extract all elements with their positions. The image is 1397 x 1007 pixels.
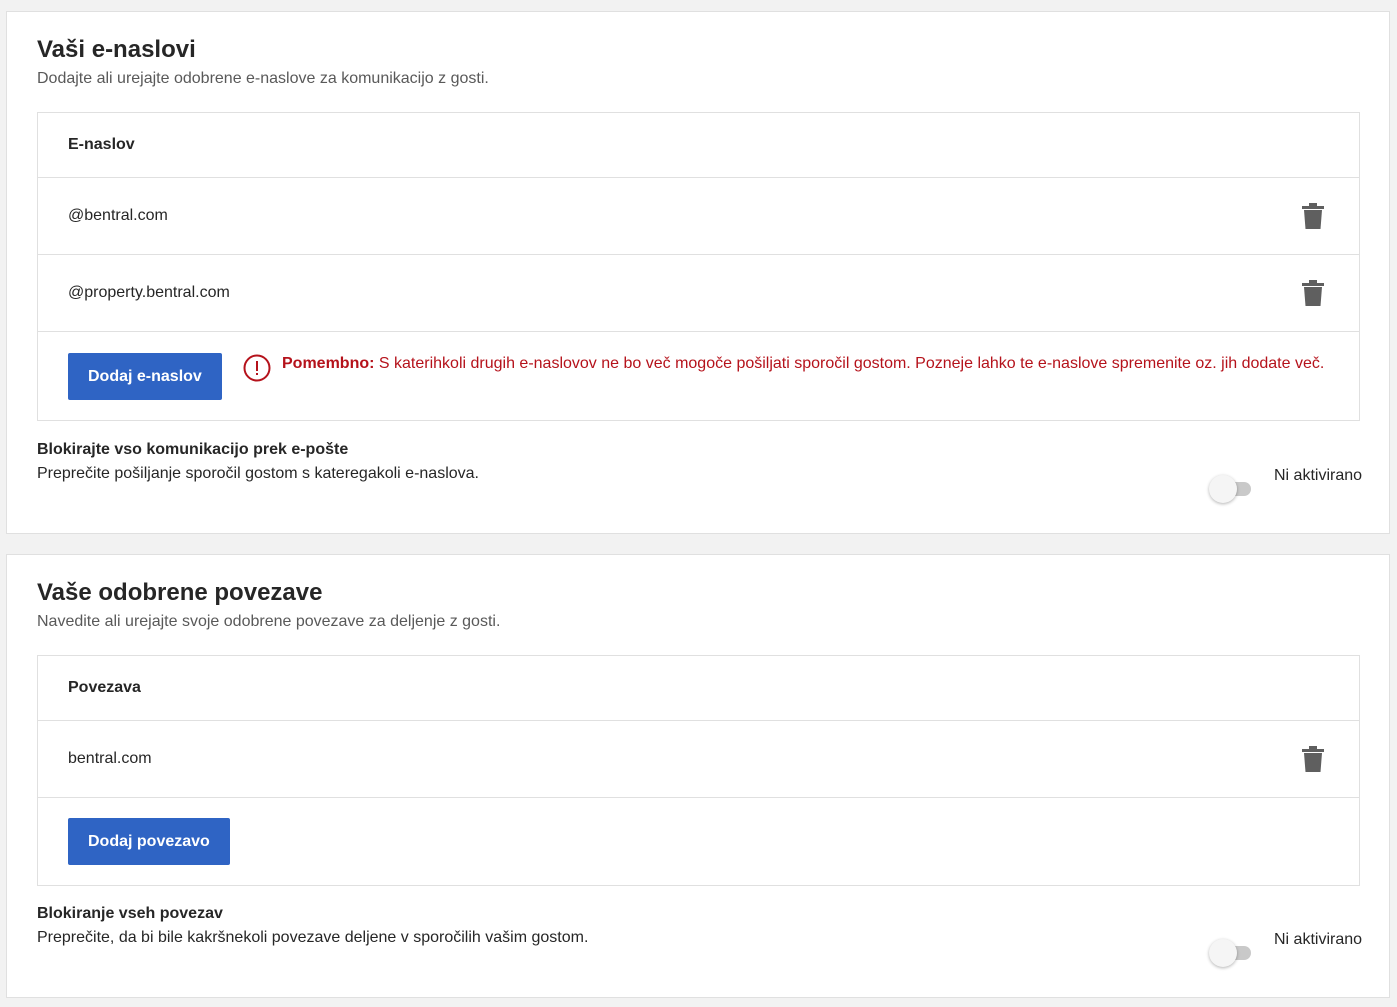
block-links-title: Blokiranje vseh povezav: [37, 905, 223, 922]
email-address: @property.bentral.com: [68, 284, 230, 301]
links-table-header: Povezava: [38, 656, 1359, 721]
toggle-knob: [1209, 475, 1237, 503]
trash-icon[interactable]: [1302, 280, 1324, 306]
block-email-description: Preprečite pošiljanje sporočil gostom s …: [37, 465, 479, 482]
email-table: E-naslov @bentral.com @property.bentral.…: [37, 112, 1360, 421]
trash-icon[interactable]: [1302, 203, 1324, 229]
block-email-title: Blokirajte vso komunikacijo prek e-pošte: [37, 441, 349, 458]
block-email-toggle[interactable]: [1209, 475, 1253, 503]
link-column-header: Povezava: [68, 679, 141, 696]
email-table-header: E-naslov: [38, 113, 1359, 178]
exclamation-circle-icon: [243, 354, 271, 382]
email-address: @bentral.com: [68, 207, 168, 224]
email-section: Vaši e-naslovi Dodajte ali urejajte odob…: [6, 11, 1390, 534]
links-section-subtitle: Navedite ali urejajte svoje odobrene pov…: [37, 613, 501, 630]
table-row: @property.bentral.com: [38, 255, 1359, 332]
block-links-toggle-label: Ni aktivirano: [1274, 931, 1363, 948]
links-section-title: Vaše odobrene povezave: [37, 579, 323, 606]
warning-text: S katerihkoli drugih e-naslovov ne bo ve…: [378, 355, 1325, 372]
table-row: @bentral.com: [38, 178, 1359, 255]
email-section-subtitle: Dodajte ali urejajte odobrene e-naslove …: [37, 70, 489, 87]
trash-icon[interactable]: [1302, 746, 1324, 772]
table-row: bentral.com: [38, 721, 1359, 798]
block-links-description: Preprečite, da bi bile kakršnekoli povez…: [37, 929, 589, 946]
warning-text-container: Pomembno: S katerihkoli drugih e-naslovo…: [243, 352, 1338, 376]
warning-message: Pomembno: S katerihkoli drugih e-naslovo…: [243, 352, 1338, 382]
links-section: Vaše odobrene povezave Navedite ali urej…: [6, 554, 1390, 998]
links-table: Povezava bentral.com Dodaj povezavo: [37, 655, 1360, 886]
add-link-button[interactable]: Dodaj povezavo: [68, 818, 230, 865]
email-column-header: E-naslov: [68, 136, 135, 153]
link-address: bentral.com: [68, 750, 152, 767]
add-email-button[interactable]: Dodaj e-naslov: [68, 353, 222, 400]
links-actions-row: Dodaj povezavo: [38, 798, 1359, 885]
email-actions-row: Dodaj e-naslov Pomembno: S katerihkoli d…: [38, 332, 1359, 420]
warning-label: Pomembno:: [282, 355, 375, 372]
block-links-toggle[interactable]: [1209, 939, 1253, 967]
block-email-toggle-label: Ni aktivirano: [1274, 467, 1363, 484]
email-section-title: Vaši e-naslovi: [37, 36, 196, 63]
toggle-knob: [1209, 939, 1237, 967]
